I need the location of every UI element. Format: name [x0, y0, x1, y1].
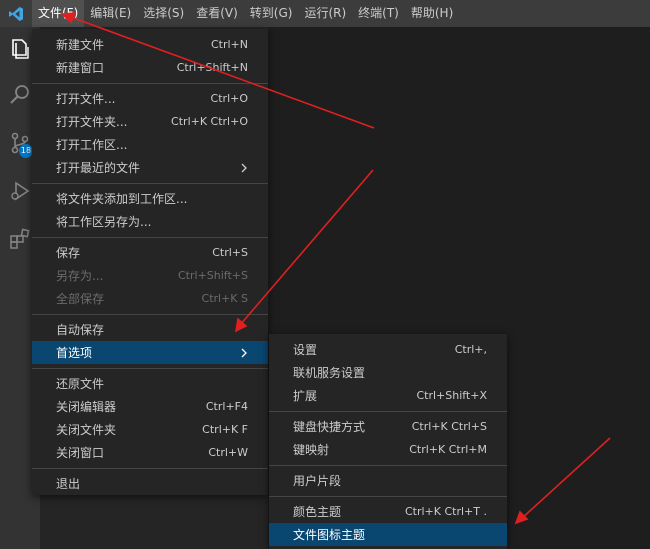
vscode-logo-icon: [0, 0, 32, 27]
menu-item-keymaps[interactable]: 键映射 Ctrl+K Ctrl+M: [269, 438, 507, 461]
menu-item-keyboard-shortcuts[interactable]: 键盘快捷方式 Ctrl+K Ctrl+S: [269, 415, 507, 438]
menu-item-auto-save[interactable]: 自动保存: [32, 318, 268, 341]
source-control-badge: 18: [19, 144, 33, 158]
menu-bar: 文件(F) 编辑(E) 选择(S) 查看(V) 转到(G) 运行(R) 终端(T…: [32, 0, 459, 27]
menu-item-preferences[interactable]: 首选项: [32, 341, 268, 364]
menu-item-exit[interactable]: 退出: [32, 472, 268, 495]
menu-selection[interactable]: 选择(S): [137, 0, 190, 27]
menu-item-online-services[interactable]: 联机服务设置: [269, 361, 507, 384]
menu-help[interactable]: 帮助(H): [405, 0, 459, 27]
menu-item-revert-file[interactable]: 还原文件: [32, 372, 268, 395]
menu-separator: [32, 83, 268, 84]
menu-item-close-editor[interactable]: 关闭编辑器 Ctrl+F4: [32, 395, 268, 418]
preferences-submenu: 设置 Ctrl+, 联机服务设置 扩展 Ctrl+Shift+X 键盘快捷方式 …: [269, 334, 507, 549]
menu-terminal[interactable]: 终端(T): [352, 0, 405, 27]
menu-separator: [32, 314, 268, 315]
menu-item-add-folder-to-workspace[interactable]: 将文件夹添加到工作区...: [32, 187, 268, 210]
menu-item-save-as[interactable]: 另存为... Ctrl+Shift+S: [32, 264, 268, 287]
menu-separator: [269, 411, 507, 412]
annotation-arrow-file-icon-theme: [514, 437, 611, 525]
menu-item-user-snippets[interactable]: 用户片段: [269, 469, 507, 492]
menu-item-close-window[interactable]: 关闭窗口 Ctrl+W: [32, 441, 268, 464]
menu-separator: [32, 368, 268, 369]
menu-separator: [269, 465, 507, 466]
menu-item-close-folder[interactable]: 关闭文件夹 Ctrl+K F: [32, 418, 268, 441]
menu-item-color-theme[interactable]: 颜色主题 Ctrl+K Ctrl+T .: [269, 500, 507, 523]
menu-item-open-folder[interactable]: 打开文件夹... Ctrl+K Ctrl+O: [32, 110, 268, 133]
menu-item-settings[interactable]: 设置 Ctrl+,: [269, 338, 507, 361]
menu-item-new-window[interactable]: 新建窗口 Ctrl+Shift+N: [32, 56, 268, 79]
menu-file[interactable]: 文件(F): [32, 0, 85, 27]
menu-item-file-icon-theme[interactable]: 文件图标主题: [269, 523, 507, 546]
chevron-right-icon: [241, 348, 247, 357]
menu-item-save-all[interactable]: 全部保存 Ctrl+K S: [32, 287, 268, 310]
menu-item-save-workspace-as[interactable]: 将工作区另存为...: [32, 210, 268, 233]
menu-item-extensions[interactable]: 扩展 Ctrl+Shift+X: [269, 384, 507, 407]
menu-item-open-file[interactable]: 打开文件... Ctrl+O: [32, 87, 268, 110]
menu-item-save[interactable]: 保存 Ctrl+S: [32, 241, 268, 264]
file-menu: 新建文件 Ctrl+N 新建窗口 Ctrl+Shift+N 打开文件... Ct…: [32, 29, 268, 495]
menu-item-open-recent[interactable]: 打开最近的文件: [32, 156, 268, 179]
menu-go[interactable]: 转到(G): [244, 0, 299, 27]
chevron-right-icon: [241, 163, 247, 172]
menu-edit[interactable]: 编辑(E): [84, 0, 137, 27]
title-bar: 文件(F) 编辑(E) 选择(S) 查看(V) 转到(G) 运行(R) 终端(T…: [0, 0, 650, 27]
menu-separator: [32, 183, 268, 184]
menu-view[interactable]: 查看(V): [190, 0, 244, 27]
menu-item-new-file[interactable]: 新建文件 Ctrl+N: [32, 33, 268, 56]
menu-run[interactable]: 运行(R): [298, 0, 352, 27]
menu-separator: [32, 468, 268, 469]
menu-separator: [32, 237, 268, 238]
menu-item-open-workspace[interactable]: 打开工作区...: [32, 133, 268, 156]
menu-separator: [269, 496, 507, 497]
